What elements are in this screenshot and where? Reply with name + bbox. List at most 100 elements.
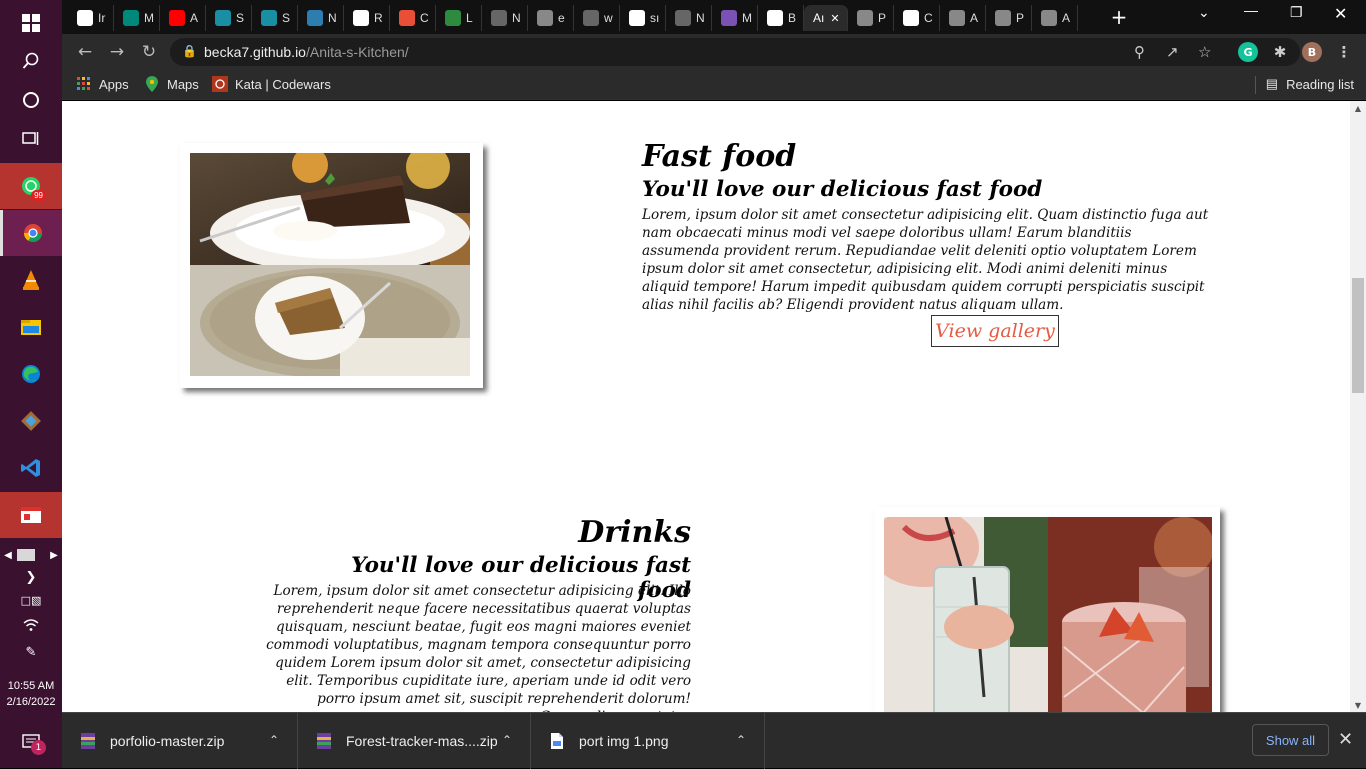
bootstrap-icon bbox=[721, 10, 737, 26]
close-tab-icon[interactable]: ✕ bbox=[830, 12, 839, 25]
tab-label: A bbox=[1062, 11, 1071, 25]
tab-label: L bbox=[466, 11, 473, 25]
new-tab-button[interactable]: + bbox=[1107, 5, 1131, 29]
download-item[interactable]: port img 1.png ⌃ bbox=[531, 713, 765, 769]
wifi-icon[interactable] bbox=[0, 613, 62, 637]
grammarly-icon[interactable]: G bbox=[1238, 42, 1258, 62]
scroll-right-icon[interactable]: ▶ bbox=[46, 547, 62, 563]
browser-tab[interactable]: M bbox=[712, 5, 758, 31]
vscode-icon[interactable] bbox=[0, 445, 62, 491]
reload-button[interactable]: ↻ bbox=[138, 41, 160, 63]
browser-tab[interactable]: A bbox=[940, 5, 986, 31]
bookmark-apps[interactable]: Apps bbox=[76, 76, 129, 92]
taskbar-scroll-thumb[interactable] bbox=[17, 549, 35, 561]
tab-label: sı bbox=[650, 11, 660, 25]
notification-center-icon[interactable]: 1 bbox=[0, 722, 62, 762]
tab-label: Ir bbox=[98, 11, 106, 25]
browser-tab[interactable]: P bbox=[986, 5, 1032, 31]
browser-tab[interactable]: R bbox=[344, 5, 390, 31]
tab-label: Aı bbox=[813, 11, 825, 25]
system-tray-icons[interactable]: □▧ bbox=[0, 588, 62, 612]
scroll-left-icon[interactable]: ◀ bbox=[0, 547, 16, 563]
globe-icon bbox=[537, 10, 553, 26]
git-app-icon[interactable] bbox=[0, 398, 62, 444]
browser-tab[interactable]: C bbox=[894, 5, 940, 31]
browser-tab[interactable]: N bbox=[482, 5, 528, 31]
fastfood-cake-image[interactable] bbox=[190, 153, 470, 376]
tab-label: C bbox=[924, 11, 933, 25]
bookmark-star-icon[interactable]: ☆ bbox=[1198, 43, 1211, 61]
profile-avatar[interactable]: B bbox=[1302, 42, 1322, 62]
bookmark-label: Kata | Codewars bbox=[235, 76, 331, 92]
tab-search-icon[interactable]: ⌄ bbox=[1198, 4, 1210, 21]
bookmark-maps[interactable]: Maps bbox=[144, 76, 199, 92]
pen-icon[interactable]: ✎ bbox=[0, 640, 62, 664]
taskbar-scroll[interactable]: ◀ ▶ bbox=[0, 547, 62, 563]
whatsapp-icon[interactable]: 99 bbox=[0, 163, 62, 209]
forward-button[interactable]: → bbox=[106, 41, 128, 63]
restore-button[interactable]: ❐ bbox=[1290, 4, 1303, 21]
download-item[interactable]: porfolio-master.zip ⌃ bbox=[62, 713, 298, 769]
lock-icon[interactable]: 🔒 bbox=[182, 44, 197, 58]
browser-tab[interactable]: P bbox=[848, 5, 894, 31]
browser-tab[interactable]: e bbox=[528, 5, 574, 31]
edge-icon[interactable] bbox=[0, 351, 62, 397]
browser-tab[interactable]: sı bbox=[620, 5, 666, 31]
reading-list-button[interactable]: ▤ Reading list bbox=[1266, 76, 1354, 92]
browser-tab[interactable]: L bbox=[436, 5, 482, 31]
github-icon bbox=[767, 10, 783, 26]
share-icon[interactable]: ↗ bbox=[1166, 43, 1179, 61]
drinks-cocktail-image[interactable] bbox=[884, 517, 1212, 712]
close-downloads-icon[interactable]: ✕ bbox=[1338, 729, 1353, 750]
drinks-image-frame bbox=[874, 507, 1220, 712]
page-scroll-thumb[interactable] bbox=[1352, 278, 1364, 393]
globe-icon bbox=[949, 10, 965, 26]
address-url[interactable]: becka7.github.io/Anita-s-Kitchen/ bbox=[204, 44, 409, 60]
browser-tab[interactable]: N bbox=[298, 5, 344, 31]
tab-label: B bbox=[788, 11, 797, 25]
browser-tab[interactable]: C bbox=[390, 5, 436, 31]
browser-tab[interactable]: A bbox=[1032, 5, 1078, 31]
address-bar[interactable]: 🔒 becka7.github.io/Anita-s-Kitchen/ ⚲ ↗ … bbox=[170, 38, 1300, 66]
chevron-up-icon[interactable]: ⌃ bbox=[736, 733, 746, 747]
browser-tab[interactable]: N bbox=[666, 5, 712, 31]
file-explorer-icon[interactable] bbox=[0, 304, 62, 350]
browser-tab[interactable]: Aı ✕ bbox=[804, 5, 848, 31]
app-window-icon[interactable] bbox=[0, 492, 62, 538]
browser-tab[interactable]: M bbox=[114, 5, 160, 31]
chrome-icon[interactable] bbox=[0, 210, 62, 256]
globe-icon bbox=[583, 10, 599, 26]
tab-label: w bbox=[604, 11, 613, 25]
taskbar-clock[interactable]: 10:55 AM 2/16/2022 bbox=[0, 678, 62, 710]
page-scrollbar[interactable]: ▲ ▼ bbox=[1350, 101, 1366, 712]
close-window-button[interactable]: ✕ bbox=[1334, 4, 1347, 24]
chevron-right-icon[interactable]: ❯ bbox=[0, 565, 62, 589]
bookmark-label: Maps bbox=[167, 76, 199, 92]
browser-tab[interactable]: S bbox=[206, 5, 252, 31]
f-icon bbox=[261, 10, 277, 26]
browser-tab[interactable]: w bbox=[574, 5, 620, 31]
task-view-icon[interactable] bbox=[0, 116, 62, 162]
bookmark-codewars[interactable]: Kata | Codewars bbox=[212, 76, 331, 92]
chevron-up-icon[interactable]: ⌃ bbox=[502, 733, 512, 747]
scroll-up-icon[interactable]: ▲ bbox=[1350, 101, 1366, 115]
tab-label: P bbox=[1016, 11, 1025, 25]
browser-tab[interactable]: A bbox=[160, 5, 206, 31]
menu-icon[interactable]: ⋮ bbox=[1334, 42, 1354, 62]
download-item[interactable]: Forest-tracker-mas....zip ⌃ bbox=[298, 713, 531, 769]
show-all-downloads-button[interactable]: Show all bbox=[1252, 724, 1329, 756]
browser-tab[interactable]: Ir bbox=[68, 5, 114, 31]
zoom-icon[interactable]: ⚲ bbox=[1134, 43, 1145, 61]
back-button[interactable]: ← bbox=[74, 41, 96, 63]
chevron-up-icon[interactable]: ⌃ bbox=[269, 733, 279, 747]
clock-date: 2/16/2022 bbox=[6, 696, 56, 708]
browser-tab[interactable]: S bbox=[252, 5, 298, 31]
url-domain: becka7.github.io bbox=[204, 44, 306, 60]
view-gallery-button[interactable]: View gallery bbox=[931, 315, 1059, 347]
scroll-down-icon[interactable]: ▼ bbox=[1350, 698, 1366, 712]
vlc-icon[interactable] bbox=[0, 257, 62, 303]
minimize-button[interactable]: — bbox=[1244, 2, 1258, 18]
browser-tab[interactable]: B bbox=[758, 5, 804, 31]
extensions-icon[interactable]: ✱ bbox=[1270, 42, 1290, 62]
globe-icon bbox=[491, 10, 507, 26]
